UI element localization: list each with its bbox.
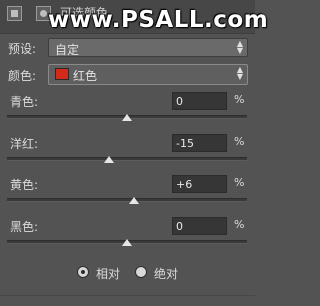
preset-label: 预设: — [8, 42, 37, 56]
slider-value-input[interactable]: -15 — [172, 134, 227, 152]
absolute-radio[interactable] — [135, 266, 147, 278]
bottom-divider — [0, 295, 255, 296]
slider-label: 黑色: — [10, 220, 39, 234]
preset-select[interactable]: 自定 ▲ ▼ — [48, 38, 248, 57]
percent-unit: % — [234, 93, 245, 106]
percent-unit: % — [234, 176, 245, 189]
colors-label: 颜色: — [8, 69, 37, 83]
slider-value: 0 — [176, 95, 183, 108]
slider-value-input[interactable]: 0 — [172, 217, 227, 235]
slider-track[interactable] — [7, 198, 247, 202]
percent-unit: % — [234, 218, 245, 231]
slider-thumb[interactable] — [122, 239, 132, 246]
slider-label: 黄色: — [10, 178, 39, 192]
colors-select[interactable]: 红色 ▲ ▼ — [48, 64, 248, 85]
slider-label: 洋红: — [10, 137, 39, 151]
slider-value-input[interactable]: 0 — [172, 92, 227, 110]
relative-label: 相对 — [96, 267, 121, 281]
slider-value-input[interactable]: +6 — [172, 175, 227, 193]
percent-unit: % — [234, 135, 245, 148]
slider-value: 0 — [176, 220, 183, 233]
updown-arrows-icon: ▲ ▼ — [236, 39, 243, 55]
updown-arrows-icon: ▲ ▼ — [236, 65, 243, 81]
slider-track[interactable] — [7, 157, 247, 161]
absolute-label: 绝对 — [154, 267, 179, 281]
colors-value: 红色 — [73, 69, 98, 83]
panel-header: 可选颜色 www.PSALL.com — [0, 0, 268, 33]
slider-label: 青色: — [10, 95, 39, 109]
preset-value: 自定 — [55, 43, 80, 57]
slider-thumb[interactable] — [129, 197, 139, 204]
slider-value: +6 — [176, 178, 193, 191]
slider-thumb[interactable] — [104, 156, 114, 163]
slider-thumb[interactable] — [122, 114, 132, 121]
header-divider — [0, 33, 255, 34]
color-swatch — [55, 68, 69, 80]
relative-radio[interactable] — [77, 266, 89, 278]
slider-value: -15 — [176, 137, 194, 150]
watermark: www.PSALL.com — [48, 7, 269, 33]
adjustment-icon[interactable] — [7, 6, 22, 21]
